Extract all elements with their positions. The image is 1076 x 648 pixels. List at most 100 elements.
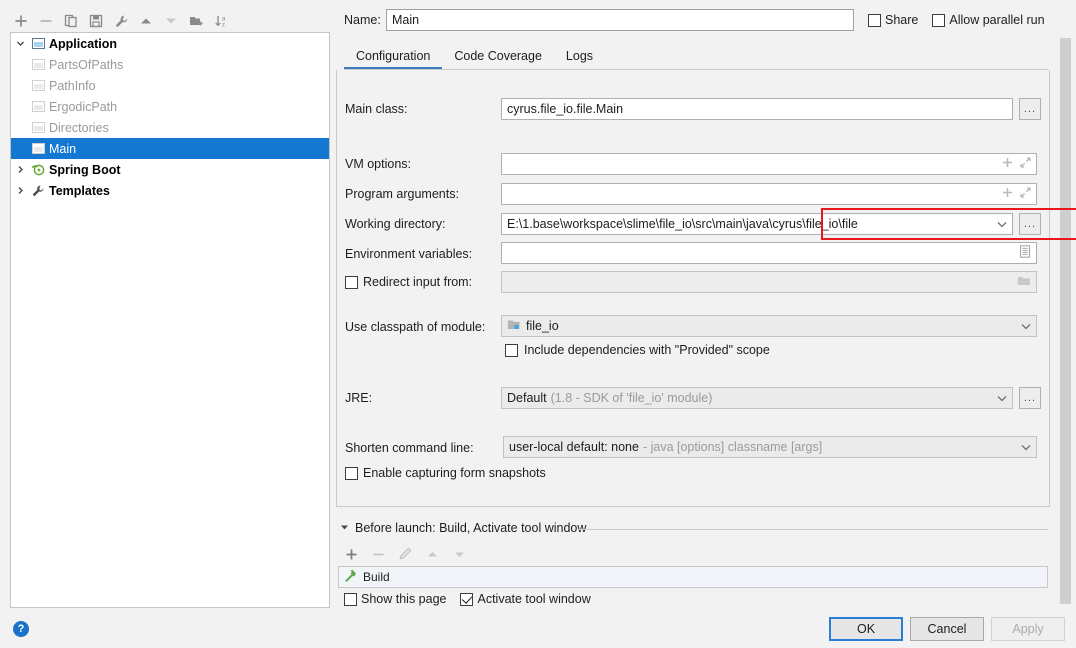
- run-config-icon: [29, 59, 47, 70]
- before-launch-task-list[interactable]: Build: [338, 566, 1048, 588]
- shorten-command-line-hint: - java [options] classname [args]: [642, 440, 823, 454]
- share-checkbox-box[interactable]: [868, 13, 881, 27]
- vm-options-label: VM options:: [345, 157, 412, 171]
- before-launch-footer: Show this page Activate tool window: [344, 592, 591, 606]
- chevron-down-icon[interactable]: [11, 39, 29, 48]
- tree-item-spring-boot[interactable]: Spring Boot: [11, 159, 329, 180]
- add-task-button[interactable]: [340, 543, 362, 565]
- show-this-page-checkbox[interactable]: Show this page: [344, 592, 446, 606]
- tree-item-main[interactable]: Main: [11, 138, 329, 159]
- vertical-scrollbar[interactable]: [1060, 38, 1071, 604]
- spring-boot-icon: [29, 163, 47, 176]
- jre-label: JRE:: [345, 391, 373, 405]
- edit-templates-button[interactable]: [110, 10, 132, 32]
- jre-dropdown[interactable]: Default (1.8 - SDK of 'file_io' module): [501, 387, 1013, 409]
- working-directory-browse-button[interactable]: ...: [1019, 213, 1041, 235]
- name-row: Name: Share Allow parallel run: [344, 8, 1064, 32]
- enable-form-snapshots-checkbox[interactable]: Enable capturing form snapshots: [345, 466, 546, 480]
- working-directory-input[interactable]: E:\1.base\workspace\slime\file_io\src\ma…: [501, 213, 1013, 235]
- tree-item-ergodicpath[interactable]: ErgodicPath: [11, 96, 329, 117]
- remove-configuration-button[interactable]: [35, 10, 57, 32]
- shorten-command-line-dropdown[interactable]: user-local default: none - java [options…: [503, 436, 1037, 458]
- include-provided-checkbox-box[interactable]: [505, 343, 518, 357]
- jre-browse-button[interactable]: ...: [1019, 387, 1041, 409]
- save-configuration-button[interactable]: [85, 10, 107, 32]
- activate-tool-window-label: Activate tool window: [477, 592, 591, 606]
- move-down-button[interactable]: [160, 10, 182, 32]
- activate-tool-window-checkbox-box[interactable]: [460, 592, 474, 606]
- help-icon[interactable]: ?: [13, 621, 29, 637]
- tree-item-label: Directories: [49, 120, 109, 135]
- cancel-button[interactable]: Cancel: [910, 617, 984, 641]
- jre-label-wrap: JRE:: [345, 391, 372, 405]
- copy-configuration-button[interactable]: [60, 10, 82, 32]
- tab-code-coverage[interactable]: Code Coverage: [442, 49, 554, 70]
- ok-button[interactable]: OK: [829, 617, 903, 641]
- chevron-right-icon[interactable]: [11, 186, 29, 195]
- tree-item-label: PartsOfPaths: [49, 57, 124, 72]
- include-provided-checkbox[interactable]: Include dependencies with "Provided" sco…: [505, 343, 770, 357]
- share-checkbox[interactable]: Share: [868, 13, 918, 27]
- tree-item-application[interactable]: Application: [11, 33, 329, 54]
- program-arguments-input[interactable]: [501, 183, 1037, 205]
- chevron-down-icon[interactable]: [991, 395, 1007, 402]
- main-class-label: Main class:: [345, 102, 408, 116]
- tree-item-directories[interactable]: Directories: [11, 117, 329, 138]
- before-launch-title: Before launch: Build, Activate tool wind…: [355, 521, 587, 535]
- expand-icon[interactable]: [1020, 187, 1031, 201]
- share-label: Share: [885, 13, 919, 27]
- main-class-browse-button[interactable]: ...: [1019, 98, 1041, 120]
- enable-form-snapshots-label: Enable capturing form snapshots: [363, 466, 546, 480]
- allow-parallel-run-checkbox[interactable]: Allow parallel run: [932, 13, 1045, 27]
- plus-icon[interactable]: [1002, 157, 1013, 171]
- allow-parallel-run-label: Allow parallel run: [949, 13, 1045, 27]
- tree-item-partsofpaths[interactable]: PartsOfPaths: [11, 54, 329, 75]
- configurations-tree[interactable]: Application PartsOfPaths PathInfo Ergodi…: [10, 32, 330, 608]
- run-config-icon: [29, 122, 47, 133]
- add-configuration-button[interactable]: [10, 10, 32, 32]
- name-input[interactable]: [386, 9, 854, 31]
- chevron-down-icon[interactable]: [1015, 323, 1031, 330]
- expand-icon[interactable]: [1020, 157, 1031, 171]
- redirect-input-checkbox-box[interactable]: [345, 275, 358, 289]
- tree-item-pathinfo[interactable]: PathInfo: [11, 75, 329, 96]
- tree-item-label: Templates: [49, 183, 110, 198]
- enable-form-snapshots-checkbox-box[interactable]: [345, 466, 358, 480]
- allow-parallel-run-checkbox-box[interactable]: [932, 13, 946, 27]
- use-classpath-dropdown[interactable]: file_io: [501, 315, 1037, 337]
- plus-icon[interactable]: [1002, 187, 1013, 201]
- editor-tabs: Configuration Code Coverage Logs: [344, 42, 605, 70]
- environment-variables-input[interactable]: [501, 242, 1037, 264]
- shorten-command-line-value: user-local default: none: [509, 440, 639, 454]
- move-up-button[interactable]: [135, 10, 157, 32]
- main-class-label-wrap: Main class:: [345, 102, 408, 116]
- jre-browse-label: ...: [1023, 391, 1037, 404]
- program-arguments-label: Program arguments:: [345, 187, 459, 201]
- new-folder-button[interactable]: [185, 10, 207, 32]
- before-launch-header[interactable]: Before launch: Build, Activate tool wind…: [340, 521, 586, 535]
- triangle-down-icon[interactable]: [340, 523, 349, 534]
- shorten-command-line-label: Shorten command line:: [345, 441, 474, 455]
- chevron-right-icon[interactable]: [11, 165, 29, 174]
- configuration-editor-panel: Name: Share Allow parallel run Configura…: [332, 0, 1076, 612]
- env-list-icon[interactable]: [1019, 245, 1031, 261]
- tab-configuration[interactable]: Configuration: [344, 49, 443, 70]
- use-classpath-label-wrap: Use classpath of module:: [345, 320, 485, 334]
- jre-hint: (1.8 - SDK of 'file_io' module): [550, 391, 713, 405]
- working-directory-label-wrap: Working directory:: [345, 217, 446, 231]
- chevron-down-icon[interactable]: [991, 221, 1007, 228]
- show-this-page-checkbox-box[interactable]: [344, 592, 357, 606]
- program-arguments-icons: [1002, 187, 1031, 201]
- tree-item-label: ErgodicPath: [49, 99, 118, 114]
- build-hammer-icon: [343, 568, 358, 586]
- main-class-input[interactable]: cyrus.file_io.file.Main: [501, 98, 1013, 120]
- tab-logs[interactable]: Logs: [554, 49, 605, 70]
- vm-options-input[interactable]: [501, 153, 1037, 175]
- redirect-input-checkbox[interactable]: Redirect input from:: [345, 275, 472, 289]
- svg-text:z: z: [222, 23, 225, 29]
- chevron-down-icon[interactable]: [1015, 444, 1031, 451]
- tree-item-templates[interactable]: Templates: [11, 180, 329, 201]
- run-config-icon: [29, 80, 47, 91]
- sort-alphabetically-button[interactable]: a z: [210, 10, 232, 32]
- activate-tool-window-checkbox[interactable]: Activate tool window: [460, 592, 591, 606]
